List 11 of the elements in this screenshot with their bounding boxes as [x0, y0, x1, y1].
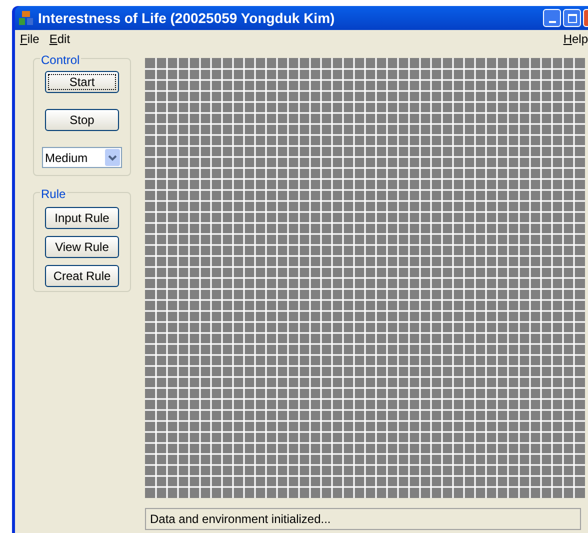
speed-dropdown[interactable]: Medium	[42, 147, 122, 168]
menu-item[interactable]: File	[19, 30, 40, 48]
window-title: Interestness of Life (20025059 Yongduk Kim)	[38, 8, 335, 28]
push-button[interactable]: Input Rule	[45, 207, 119, 229]
push-button[interactable]: View Rule	[45, 236, 119, 258]
menu-item[interactable]: Edit	[48, 30, 72, 48]
menu-item[interactable]: Help	[562, 30, 588, 48]
push-button[interactable]: Start	[45, 71, 119, 93]
status-text: Data and environment initialized...	[150, 511, 331, 528]
push-button[interactable]: Creat Rule	[45, 265, 119, 287]
push-button[interactable]: Stop	[45, 109, 119, 131]
